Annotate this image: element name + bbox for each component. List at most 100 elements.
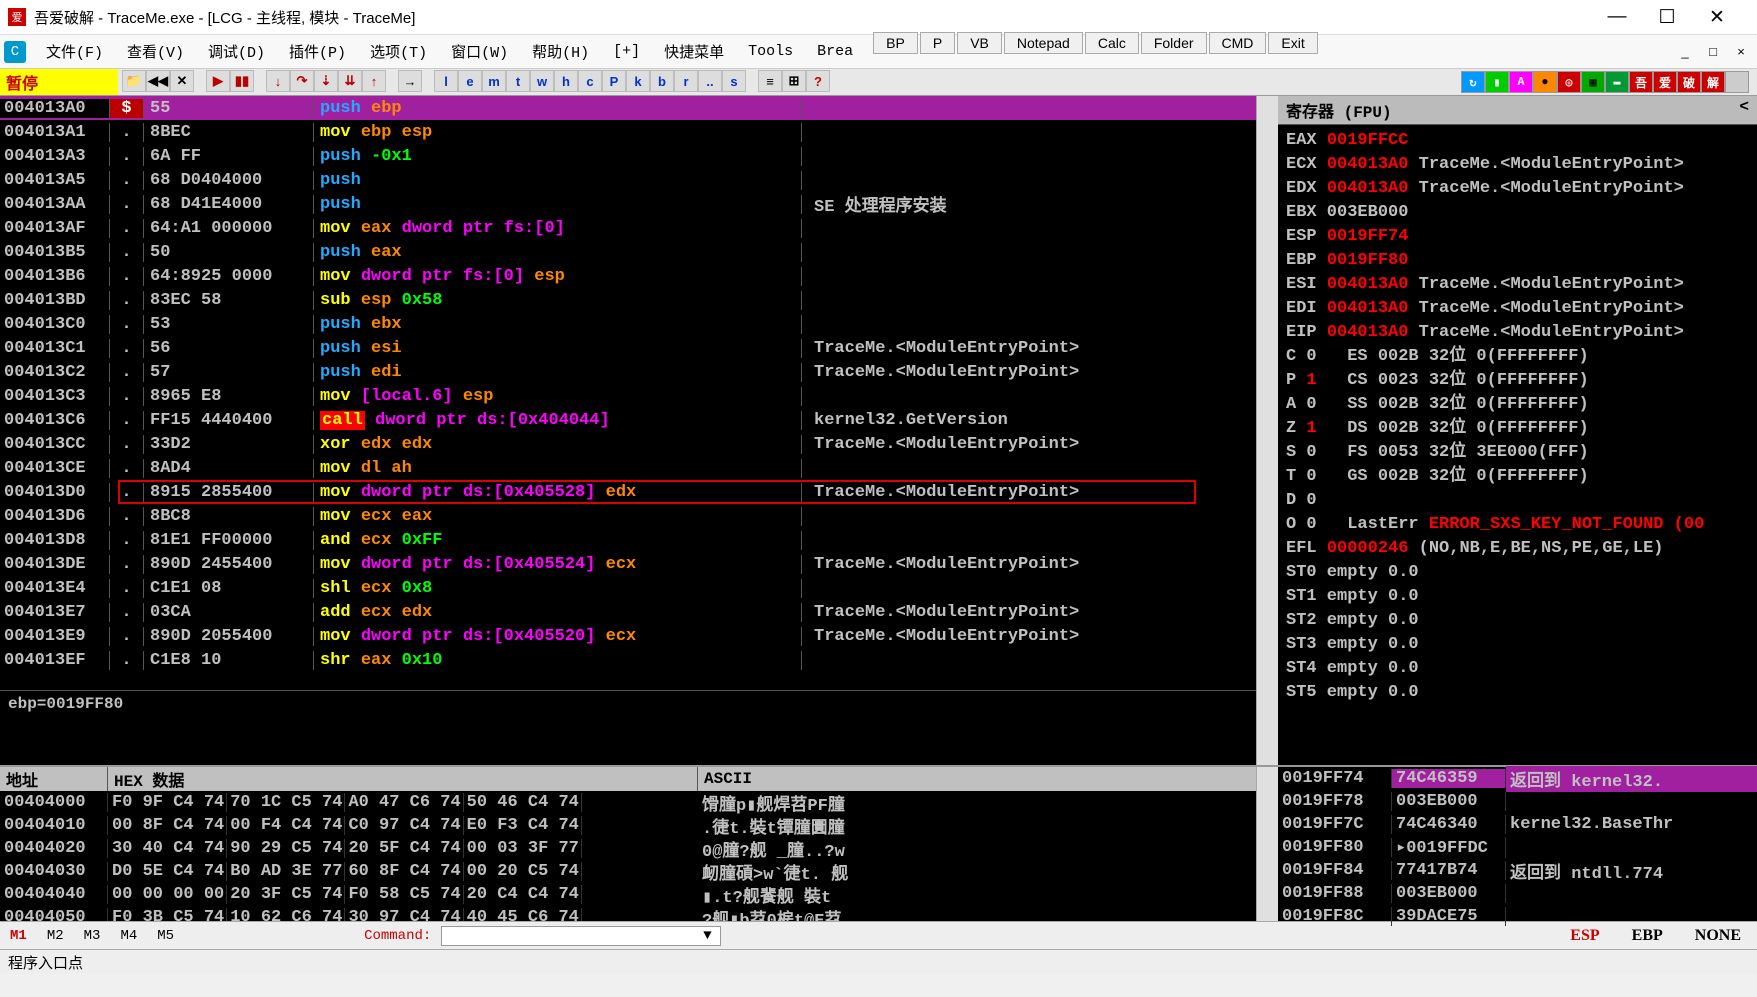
disasm-row[interactable]: 004013A3.6A FFpush -0x1 bbox=[0, 144, 1256, 168]
menu-view[interactable]: 查看(V) bbox=[115, 39, 196, 64]
dump-row[interactable]: 00404000F0 9F C4 7470 1C C5 74A0 47 C6 7… bbox=[0, 791, 1256, 814]
disasm-row[interactable]: 004013E7.03CAadd ecx,edxTraceMe.<ModuleE… bbox=[0, 600, 1256, 624]
register-row[interactable]: ECX 004013A0 TraceMe.<ModuleEntryPoint> bbox=[1286, 153, 1749, 177]
disasm-row[interactable]: 004013B6.64:8925 0000mov dword ptr fs:[0… bbox=[0, 264, 1256, 288]
view-c[interactable]: c bbox=[578, 70, 602, 92]
child-close-icon[interactable]: × bbox=[1729, 40, 1753, 64]
register-row[interactable]: EAX 0019FFCC bbox=[1286, 129, 1749, 153]
reg-jump-EBP[interactable]: EBP bbox=[1616, 925, 1679, 947]
open-icon[interactable]: 📁 bbox=[122, 70, 146, 92]
step-into-icon[interactable]: ↓ bbox=[266, 70, 290, 92]
rt-target-icon[interactable]: ◎ bbox=[1557, 71, 1581, 93]
view-P[interactable]: P bbox=[602, 70, 626, 92]
register-row[interactable]: ST1 empty 0.0 bbox=[1286, 585, 1749, 609]
ext-calc[interactable]: Calc bbox=[1085, 32, 1139, 54]
step-trace2-icon[interactable]: ⇊ bbox=[338, 70, 362, 92]
menu-plugin[interactable]: 插件(P) bbox=[277, 39, 358, 64]
register-row[interactable]: ST2 empty 0.0 bbox=[1286, 609, 1749, 633]
ext-vb[interactable]: VB bbox=[957, 32, 1002, 54]
view-s[interactable]: s bbox=[722, 70, 746, 92]
rt-chip-icon[interactable]: ▦ bbox=[1581, 71, 1605, 93]
register-row[interactable]: ST4 empty 0.0 bbox=[1286, 657, 1749, 681]
stack-row[interactable]: 0019FF7474C46359返回到 kernel32. bbox=[1278, 767, 1757, 790]
disasm-row[interactable]: 004013C6.FF15 4440400call dword ptr ds:[… bbox=[0, 408, 1256, 432]
register-row[interactable]: S 0 FS 0053 32位 3EE000(FFF) bbox=[1286, 441, 1749, 465]
minimize-button[interactable]: — bbox=[1605, 5, 1629, 29]
register-row[interactable]: ST0 empty 0.0 bbox=[1286, 561, 1749, 585]
register-row[interactable]: D 0 bbox=[1286, 489, 1749, 513]
disasm-row[interactable]: 004013C3.8965 E8mov [local.6],esp bbox=[0, 384, 1256, 408]
register-row[interactable]: EBX 003EB000 bbox=[1286, 201, 1749, 225]
rt-ai-icon[interactable]: 爱 bbox=[1653, 71, 1677, 93]
stack-row[interactable]: 0019FF88003EB000 bbox=[1278, 882, 1757, 905]
list-icon[interactable]: ≡ bbox=[758, 70, 782, 92]
step-trace-icon[interactable]: ⇣ bbox=[314, 70, 338, 92]
rt-pink-icon[interactable]: A bbox=[1509, 71, 1533, 93]
menu-file[interactable]: 文件(F) bbox=[34, 39, 115, 64]
rt-wu-icon[interactable]: 吾 bbox=[1629, 71, 1653, 93]
disasm-row[interactable]: 004013E9.890D 2055400mov dword ptr ds:[0… bbox=[0, 624, 1256, 648]
register-row[interactable]: ESP 0019FF74 bbox=[1286, 225, 1749, 249]
stack-row[interactable]: 0019FF8477417B74返回到 ntdll.774 bbox=[1278, 859, 1757, 882]
close-button[interactable]: ✕ bbox=[1705, 5, 1729, 29]
child-min-icon[interactable]: _ bbox=[1673, 40, 1697, 64]
stop-icon[interactable]: ✕ bbox=[170, 70, 194, 92]
view-w[interactable]: w bbox=[530, 70, 554, 92]
disasm-row[interactable]: 004013BD.83EC 58sub esp,0x58 bbox=[0, 288, 1256, 312]
grid-icon[interactable]: ⊞ bbox=[782, 70, 806, 92]
menu-window[interactable]: 窗口(W) bbox=[439, 39, 520, 64]
disasm-row[interactable]: 004013E4.C1E1 08shl ecx,0x8 bbox=[0, 576, 1256, 600]
memslot-M4[interactable]: M4 bbox=[110, 926, 147, 946]
register-row[interactable]: T 0 GS 002B 32位 0(FFFFFFFF) bbox=[1286, 465, 1749, 489]
rt-mon-icon[interactable]: ▬ bbox=[1605, 71, 1629, 93]
register-row[interactable]: O 0 LastErr ERROR_SXS_KEY_NOT_FOUND (00 bbox=[1286, 513, 1749, 537]
rt-blue-icon[interactable]: ↻ bbox=[1461, 71, 1485, 93]
ext-folder[interactable]: Folder bbox=[1141, 32, 1207, 54]
reg-jump-NONE[interactable]: NONE bbox=[1679, 925, 1757, 947]
help-icon[interactable]: ? bbox=[806, 70, 830, 92]
memslot-M5[interactable]: M5 bbox=[147, 926, 184, 946]
view-e[interactable]: e bbox=[458, 70, 482, 92]
register-row[interactable]: EDI 004013A0 TraceMe.<ModuleEntryPoint> bbox=[1286, 297, 1749, 321]
registers-header[interactable]: 寄存器 (FPU) < bbox=[1278, 96, 1757, 125]
rt-green-icon[interactable]: ▮ bbox=[1485, 71, 1509, 93]
view-l[interactable]: l bbox=[434, 70, 458, 92]
dump-row[interactable]: 00404050F0 3B C5 7410 62 C6 7430 97 C4 7… bbox=[0, 906, 1256, 921]
view-h[interactable]: h bbox=[554, 70, 578, 92]
rt-orange-icon[interactable]: ● bbox=[1533, 71, 1557, 93]
menu-quick[interactable]: 快捷菜单 bbox=[652, 39, 736, 64]
disasm-row[interactable]: 004013EF.C1E8 10shr eax,0x10 bbox=[0, 648, 1256, 672]
register-row[interactable]: P 1 CS 0023 32位 0(FFFFFFFF) bbox=[1286, 369, 1749, 393]
rewind-icon[interactable]: ◀◀ bbox=[146, 70, 170, 92]
dump-scrollbar[interactable] bbox=[1256, 767, 1278, 921]
rt-jie-icon[interactable]: 解 bbox=[1701, 71, 1725, 93]
scrollbar[interactable] bbox=[1256, 96, 1278, 765]
maximize-button[interactable]: ☐ bbox=[1655, 5, 1679, 29]
registers-pane[interactable]: EAX 0019FFCCECX 004013A0 TraceMe.<Module… bbox=[1278, 125, 1757, 765]
dump-row[interactable]: 00404030D0 5E C4 74B0 AD 3E 7760 8F C4 7… bbox=[0, 860, 1256, 883]
disasm-row[interactable]: 004013DE.890D 2455400mov dword ptr ds:[0… bbox=[0, 552, 1256, 576]
register-row[interactable]: ST3 empty 0.0 bbox=[1286, 633, 1749, 657]
stack-row[interactable]: 0019FF80▸0019FFDC bbox=[1278, 836, 1757, 859]
register-row[interactable]: EFL 00000246 (NO,NB,E,BE,NS,PE,GE,LE) bbox=[1286, 537, 1749, 561]
view-m[interactable]: m bbox=[482, 70, 506, 92]
register-row[interactable]: A 0 SS 002B 32位 0(FFFFFFFF) bbox=[1286, 393, 1749, 417]
register-row[interactable]: EBP 0019FF80 bbox=[1286, 249, 1749, 273]
memory-dump-pane[interactable]: 地址 HEX 数据 ASCII 00404000F0 9F C4 7470 1C… bbox=[0, 767, 1256, 921]
view-..[interactable]: .. bbox=[698, 70, 722, 92]
reg-jump-ESP[interactable]: ESP bbox=[1554, 925, 1615, 947]
dump-row[interactable]: 0040404000 00 00 0020 3F C5 74F0 58 C5 7… bbox=[0, 883, 1256, 906]
memslot-M3[interactable]: M3 bbox=[74, 926, 111, 946]
command-input[interactable] bbox=[441, 926, 721, 946]
view-t[interactable]: t bbox=[506, 70, 530, 92]
disasm-row[interactable]: 004013CC.33D2xor edx,edxTraceMe.<ModuleE… bbox=[0, 432, 1256, 456]
disasm-row[interactable]: 004013B5.50push eax bbox=[0, 240, 1256, 264]
disasm-row[interactable]: 004013D6.8BC8mov ecx,eax bbox=[0, 504, 1256, 528]
ext-exit[interactable]: Exit bbox=[1268, 32, 1317, 54]
menu-help[interactable]: 帮助(H) bbox=[520, 39, 601, 64]
disasm-row[interactable]: 004013A5.68 D0404000push 0x4040D0 bbox=[0, 168, 1256, 192]
memslot-M2[interactable]: M2 bbox=[37, 926, 74, 946]
register-row[interactable]: Z 1 DS 002B 32位 0(FFFFFFFF) bbox=[1286, 417, 1749, 441]
disasm-row[interactable]: 004013C0.53push ebx bbox=[0, 312, 1256, 336]
rt-po-icon[interactable]: 破 bbox=[1677, 71, 1701, 93]
